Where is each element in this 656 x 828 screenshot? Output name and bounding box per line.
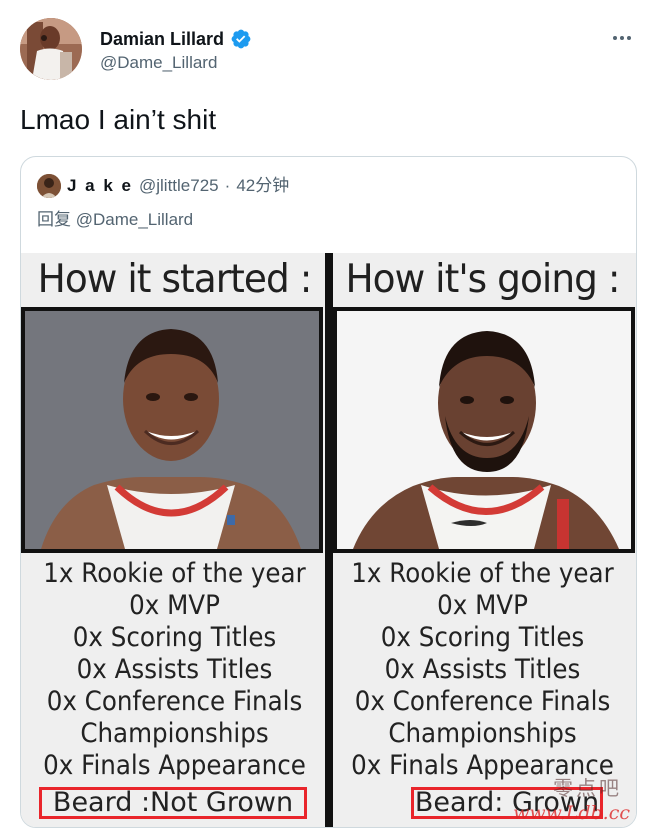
meme-right-stat: 0x Finals Appearance [351,750,614,781]
quote-author-handle[interactable]: @jlittle725 [139,175,219,197]
tweet-page: Damian Lillard @Dame_Lillard Lmao I ain’… [0,0,656,828]
meme-left-stat: 0x Assists Titles [76,654,273,685]
author-handle[interactable]: @Dame_Lillard [100,52,217,74]
meme-right-stat: Championships [388,718,577,749]
meme-right-stats: 1x Rookie of the year 0x MVP 0x Scoring … [329,558,636,782]
verified-badge-icon [230,28,252,50]
quote-author-name[interactable]: J a k e [67,175,133,197]
meme-right-beard-highlight: Beard: Grown [411,787,603,819]
meme-right-stat: 0x Conference Finals [354,686,611,717]
avatar[interactable] [20,18,82,80]
meme-image: How it started : 1x Rookie of the year 0… [21,253,636,827]
tweet-text: Lmao I ain’t shit [20,104,217,135]
meme-left-stat: Championships [80,718,269,749]
quote-author-row: J a k e @jlittle725 · 42分钟 [37,173,620,199]
quote-tweet-card[interactable]: J a k e @jlittle725 · 42分钟 回复 @Dame_Lill… [20,156,637,828]
meme-right-stat: 1x Rookie of the year [351,558,614,589]
meme-right-stat: 0x Assists Titles [384,654,581,685]
author-display-name[interactable]: Damian Lillard [100,28,224,50]
quote-avatar[interactable] [37,174,61,198]
reply-to-label[interactable]: 回复 @Dame_Lillard [37,209,193,231]
meme-left-beard-highlight: Beard :Not Grown [39,787,307,819]
avatar-image [20,18,82,80]
meme-left-panel: How it started : 1x Rookie of the year 0… [21,253,328,827]
meme-right-panel: How it's going : 1x Rookie of the year 0… [329,253,636,827]
meme-left-title: How it started : [37,257,313,302]
quote-separator: · [224,176,231,195]
meme-left-stats: 1x Rookie of the year 0x MVP 0x Scoring … [21,558,328,782]
meme-right-stat: 0x Scoring Titles [380,622,585,653]
meme-right-title: How it's going : [345,257,620,302]
quote-timestamp[interactable]: 42分钟 [236,175,289,197]
meme-left-stat: 0x Scoring Titles [72,622,277,653]
tweet-header: Damian Lillard @Dame_Lillard [20,18,640,82]
meme-left-stat: 0x Finals Appearance [43,750,306,781]
meme-left-stat: 0x Conference Finals [46,686,303,717]
meme-left-stat: 0x MVP [129,590,220,621]
meme-left-stat: 1x Rookie of the year [43,558,306,589]
more-options-icon[interactable] [610,26,634,50]
author-name-row: Damian Lillard [100,26,252,52]
meme-right-stat: 0x MVP [437,590,528,621]
